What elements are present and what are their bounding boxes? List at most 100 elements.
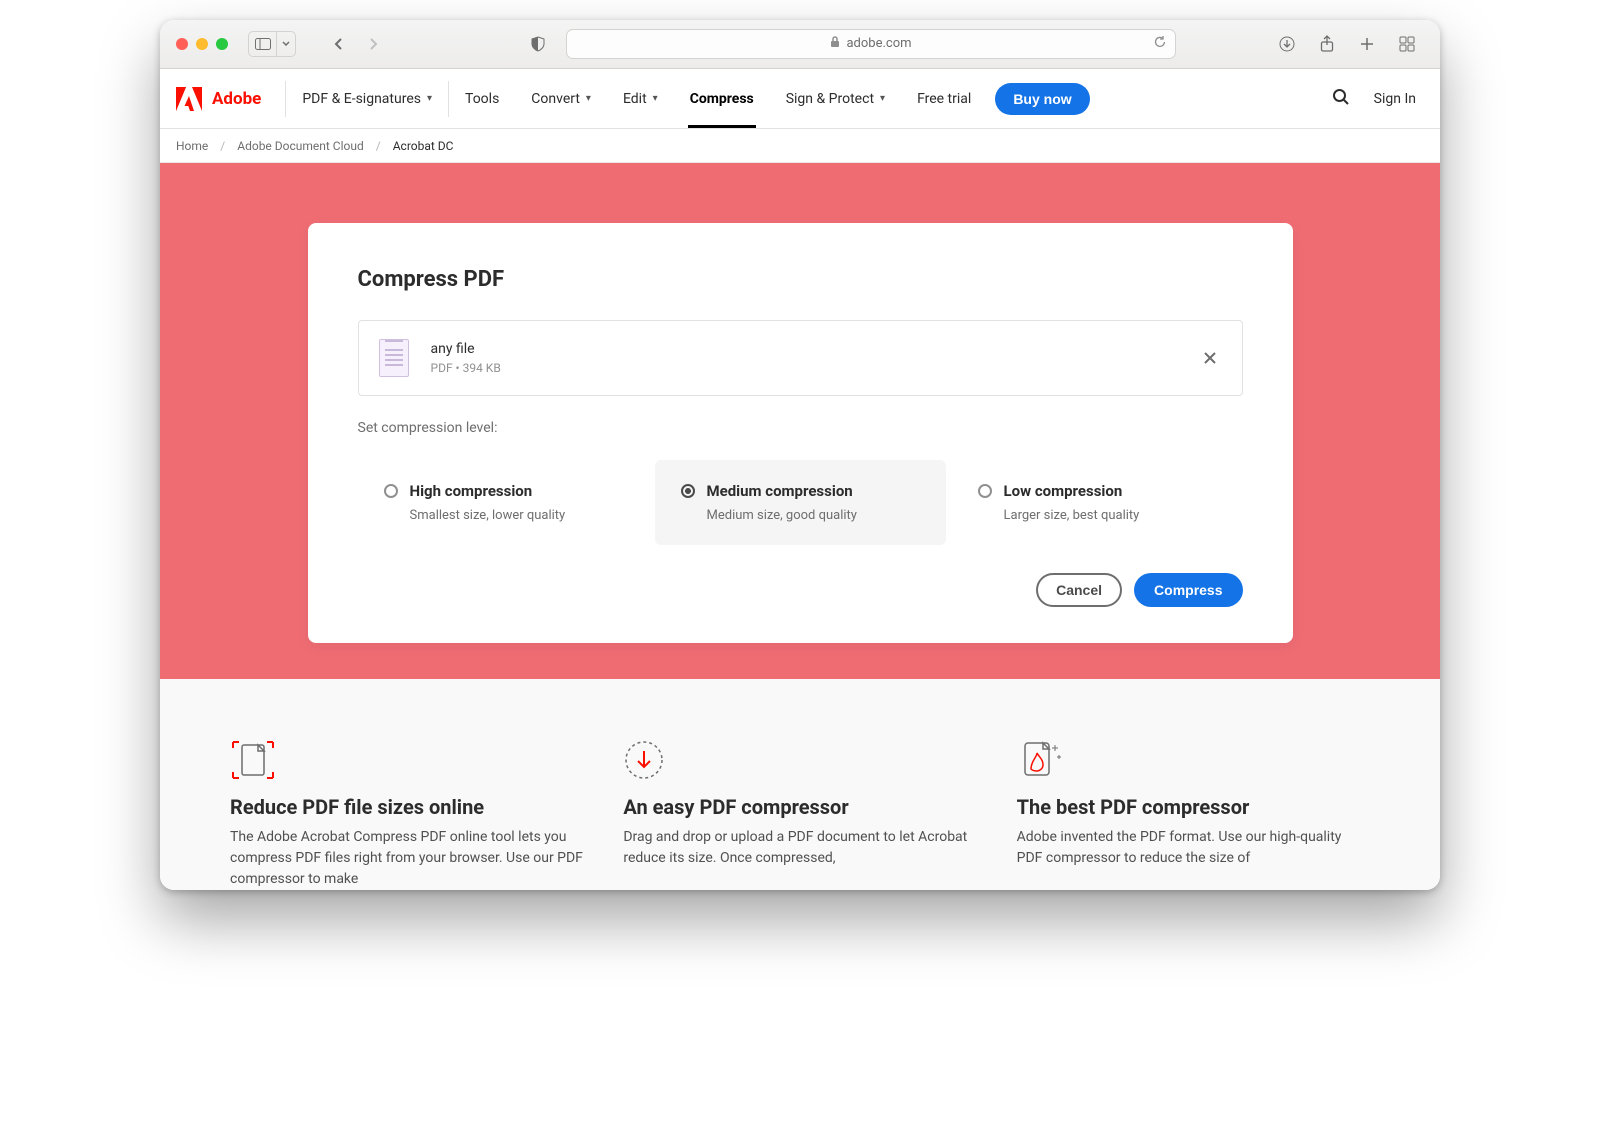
chevron-down-icon: ▾ xyxy=(880,93,885,104)
reduce-size-icon xyxy=(230,739,583,785)
file-icon xyxy=(379,339,409,377)
feature-col-1: Reduce PDF file sizes online The Adobe A… xyxy=(230,739,583,890)
option-medium[interactable]: Medium compression Medium size, good qua… xyxy=(655,460,946,545)
minimize-window-button[interactable] xyxy=(196,38,208,50)
nav-compress[interactable]: Compress xyxy=(674,69,770,128)
option-sub: Medium size, good quality xyxy=(681,508,920,523)
close-icon xyxy=(1203,351,1217,365)
nav-tools[interactable]: Tools xyxy=(449,69,515,128)
chevron-down-icon: ▾ xyxy=(653,93,658,104)
compress-card: Compress PDF any file PDF • 394 KB Set c… xyxy=(308,223,1293,643)
breadcrumb-current: Acrobat DC xyxy=(393,139,454,153)
option-title: High compression xyxy=(410,482,533,500)
refresh-icon xyxy=(1153,35,1167,49)
sidebar-dropdown-button[interactable] xyxy=(276,31,296,57)
file-meta: PDF • 394 KB xyxy=(431,361,501,375)
chevron-right-icon xyxy=(369,37,379,51)
window-controls xyxy=(176,38,228,50)
compression-label: Set compression level: xyxy=(358,420,1243,436)
feature-title: The best PDF compressor xyxy=(1017,795,1370,819)
option-high[interactable]: High compression Smallest size, lower qu… xyxy=(358,460,649,545)
url-host: adobe.com xyxy=(846,36,911,51)
breadcrumb-separator: / xyxy=(376,139,381,153)
nav-trial[interactable]: Free trial xyxy=(901,69,987,128)
share-icon xyxy=(1320,35,1334,53)
sidebar-toggle-button[interactable] xyxy=(248,31,276,57)
radio-icon xyxy=(681,484,695,498)
sidebar-group xyxy=(248,31,296,57)
sign-in-link[interactable]: Sign In xyxy=(1374,91,1416,107)
buy-now-button[interactable]: Buy now xyxy=(995,83,1089,115)
forward-button[interactable] xyxy=(360,31,388,57)
radio-icon xyxy=(384,484,398,498)
compress-button[interactable]: Compress xyxy=(1134,573,1242,607)
plus-icon xyxy=(1359,36,1375,52)
grid-icon xyxy=(1399,36,1415,52)
main-nav: Tools Convert ▾ Edit ▾ Compress Sign & Pro… xyxy=(449,69,1090,128)
option-sub: Larger size, best quality xyxy=(978,508,1217,523)
hero-area: Compress PDF any file PDF • 394 KB Set c… xyxy=(160,163,1440,679)
best-compressor-icon xyxy=(1017,739,1370,785)
chevron-down-icon xyxy=(282,41,290,46)
breadcrumb-home[interactable]: Home xyxy=(176,139,208,153)
category-label: PDF & E-signatures xyxy=(302,91,421,107)
address-bar[interactable]: adobe.com xyxy=(566,29,1176,59)
breadcrumb-separator: / xyxy=(220,139,225,153)
nav-label: Compress xyxy=(690,91,754,107)
nav-label: Convert xyxy=(531,91,580,107)
nav-label: Edit xyxy=(623,91,647,107)
category-dropdown[interactable]: PDF & E-signatures ▾ xyxy=(286,69,448,128)
cancel-button[interactable]: Cancel xyxy=(1036,573,1122,607)
file-info: any file PDF • 394 KB xyxy=(431,341,501,375)
feature-title: Reduce PDF file sizes online xyxy=(230,795,583,819)
close-window-button[interactable] xyxy=(176,38,188,50)
downloads-button[interactable] xyxy=(1270,35,1304,53)
search-icon xyxy=(1332,88,1350,106)
new-tab-button[interactable] xyxy=(1350,35,1384,53)
refresh-button[interactable] xyxy=(1153,35,1167,53)
brand-name: Adobe xyxy=(212,89,261,109)
feature-col-3: The best PDF compressor Adobe invented t… xyxy=(1017,739,1370,890)
option-low[interactable]: Low compression Larger size, best qualit… xyxy=(952,460,1243,545)
card-title: Compress PDF xyxy=(358,267,1243,292)
breadcrumb-cloud[interactable]: Adobe Document Cloud xyxy=(237,139,364,153)
nav-label: Tools xyxy=(465,91,499,107)
feature-body: The Adobe Acrobat Compress PDF online to… xyxy=(230,827,583,890)
feature-title: An easy PDF compressor xyxy=(623,795,976,819)
feature-body: Adobe invented the PDF format. Use our h… xyxy=(1017,827,1370,869)
option-sub: Smallest size, lower quality xyxy=(384,508,623,523)
shield-half-icon xyxy=(530,36,546,52)
tab-overview-button[interactable] xyxy=(1390,35,1424,53)
option-title: Medium compression xyxy=(707,482,853,500)
nav-sign[interactable]: Sign & Protect ▾ xyxy=(770,69,901,128)
browser-window: adobe.com Adobe xyxy=(160,20,1440,890)
search-button[interactable] xyxy=(1332,88,1350,110)
nav-convert[interactable]: Convert ▾ xyxy=(515,69,607,128)
nav-label: Free trial xyxy=(917,91,971,107)
card-actions: Cancel Compress xyxy=(358,573,1243,607)
chevron-down-icon: ▾ xyxy=(586,93,591,104)
breadcrumb: Home / Adobe Document Cloud / Acrobat DC xyxy=(160,129,1440,163)
radio-icon xyxy=(978,484,992,498)
fullscreen-window-button[interactable] xyxy=(216,38,228,50)
chevron-left-icon xyxy=(333,37,343,51)
adobe-logo-icon xyxy=(176,87,202,111)
privacy-report-button[interactable] xyxy=(524,31,552,57)
file-row: any file PDF • 394 KB xyxy=(358,320,1243,396)
back-button[interactable] xyxy=(324,31,352,57)
compression-options: High compression Smallest size, lower qu… xyxy=(358,460,1243,545)
remove-file-button[interactable] xyxy=(1198,346,1222,370)
file-name: any file xyxy=(431,341,501,357)
nav-label: Sign & Protect xyxy=(786,91,874,107)
sidebar-icon xyxy=(255,38,271,50)
lock-icon xyxy=(830,36,840,52)
download-icon xyxy=(1279,36,1295,52)
safari-toolbar: adobe.com xyxy=(160,20,1440,69)
chevron-down-icon: ▾ xyxy=(427,93,432,104)
nav-edit[interactable]: Edit ▾ xyxy=(607,69,674,128)
option-title: Low compression xyxy=(1004,482,1123,500)
share-button[interactable] xyxy=(1310,35,1344,53)
feature-col-2: An easy PDF compressor Drag and drop or … xyxy=(623,739,976,890)
adobe-logo[interactable]: Adobe xyxy=(176,87,285,111)
feature-body: Drag and drop or upload a PDF document t… xyxy=(623,827,976,869)
